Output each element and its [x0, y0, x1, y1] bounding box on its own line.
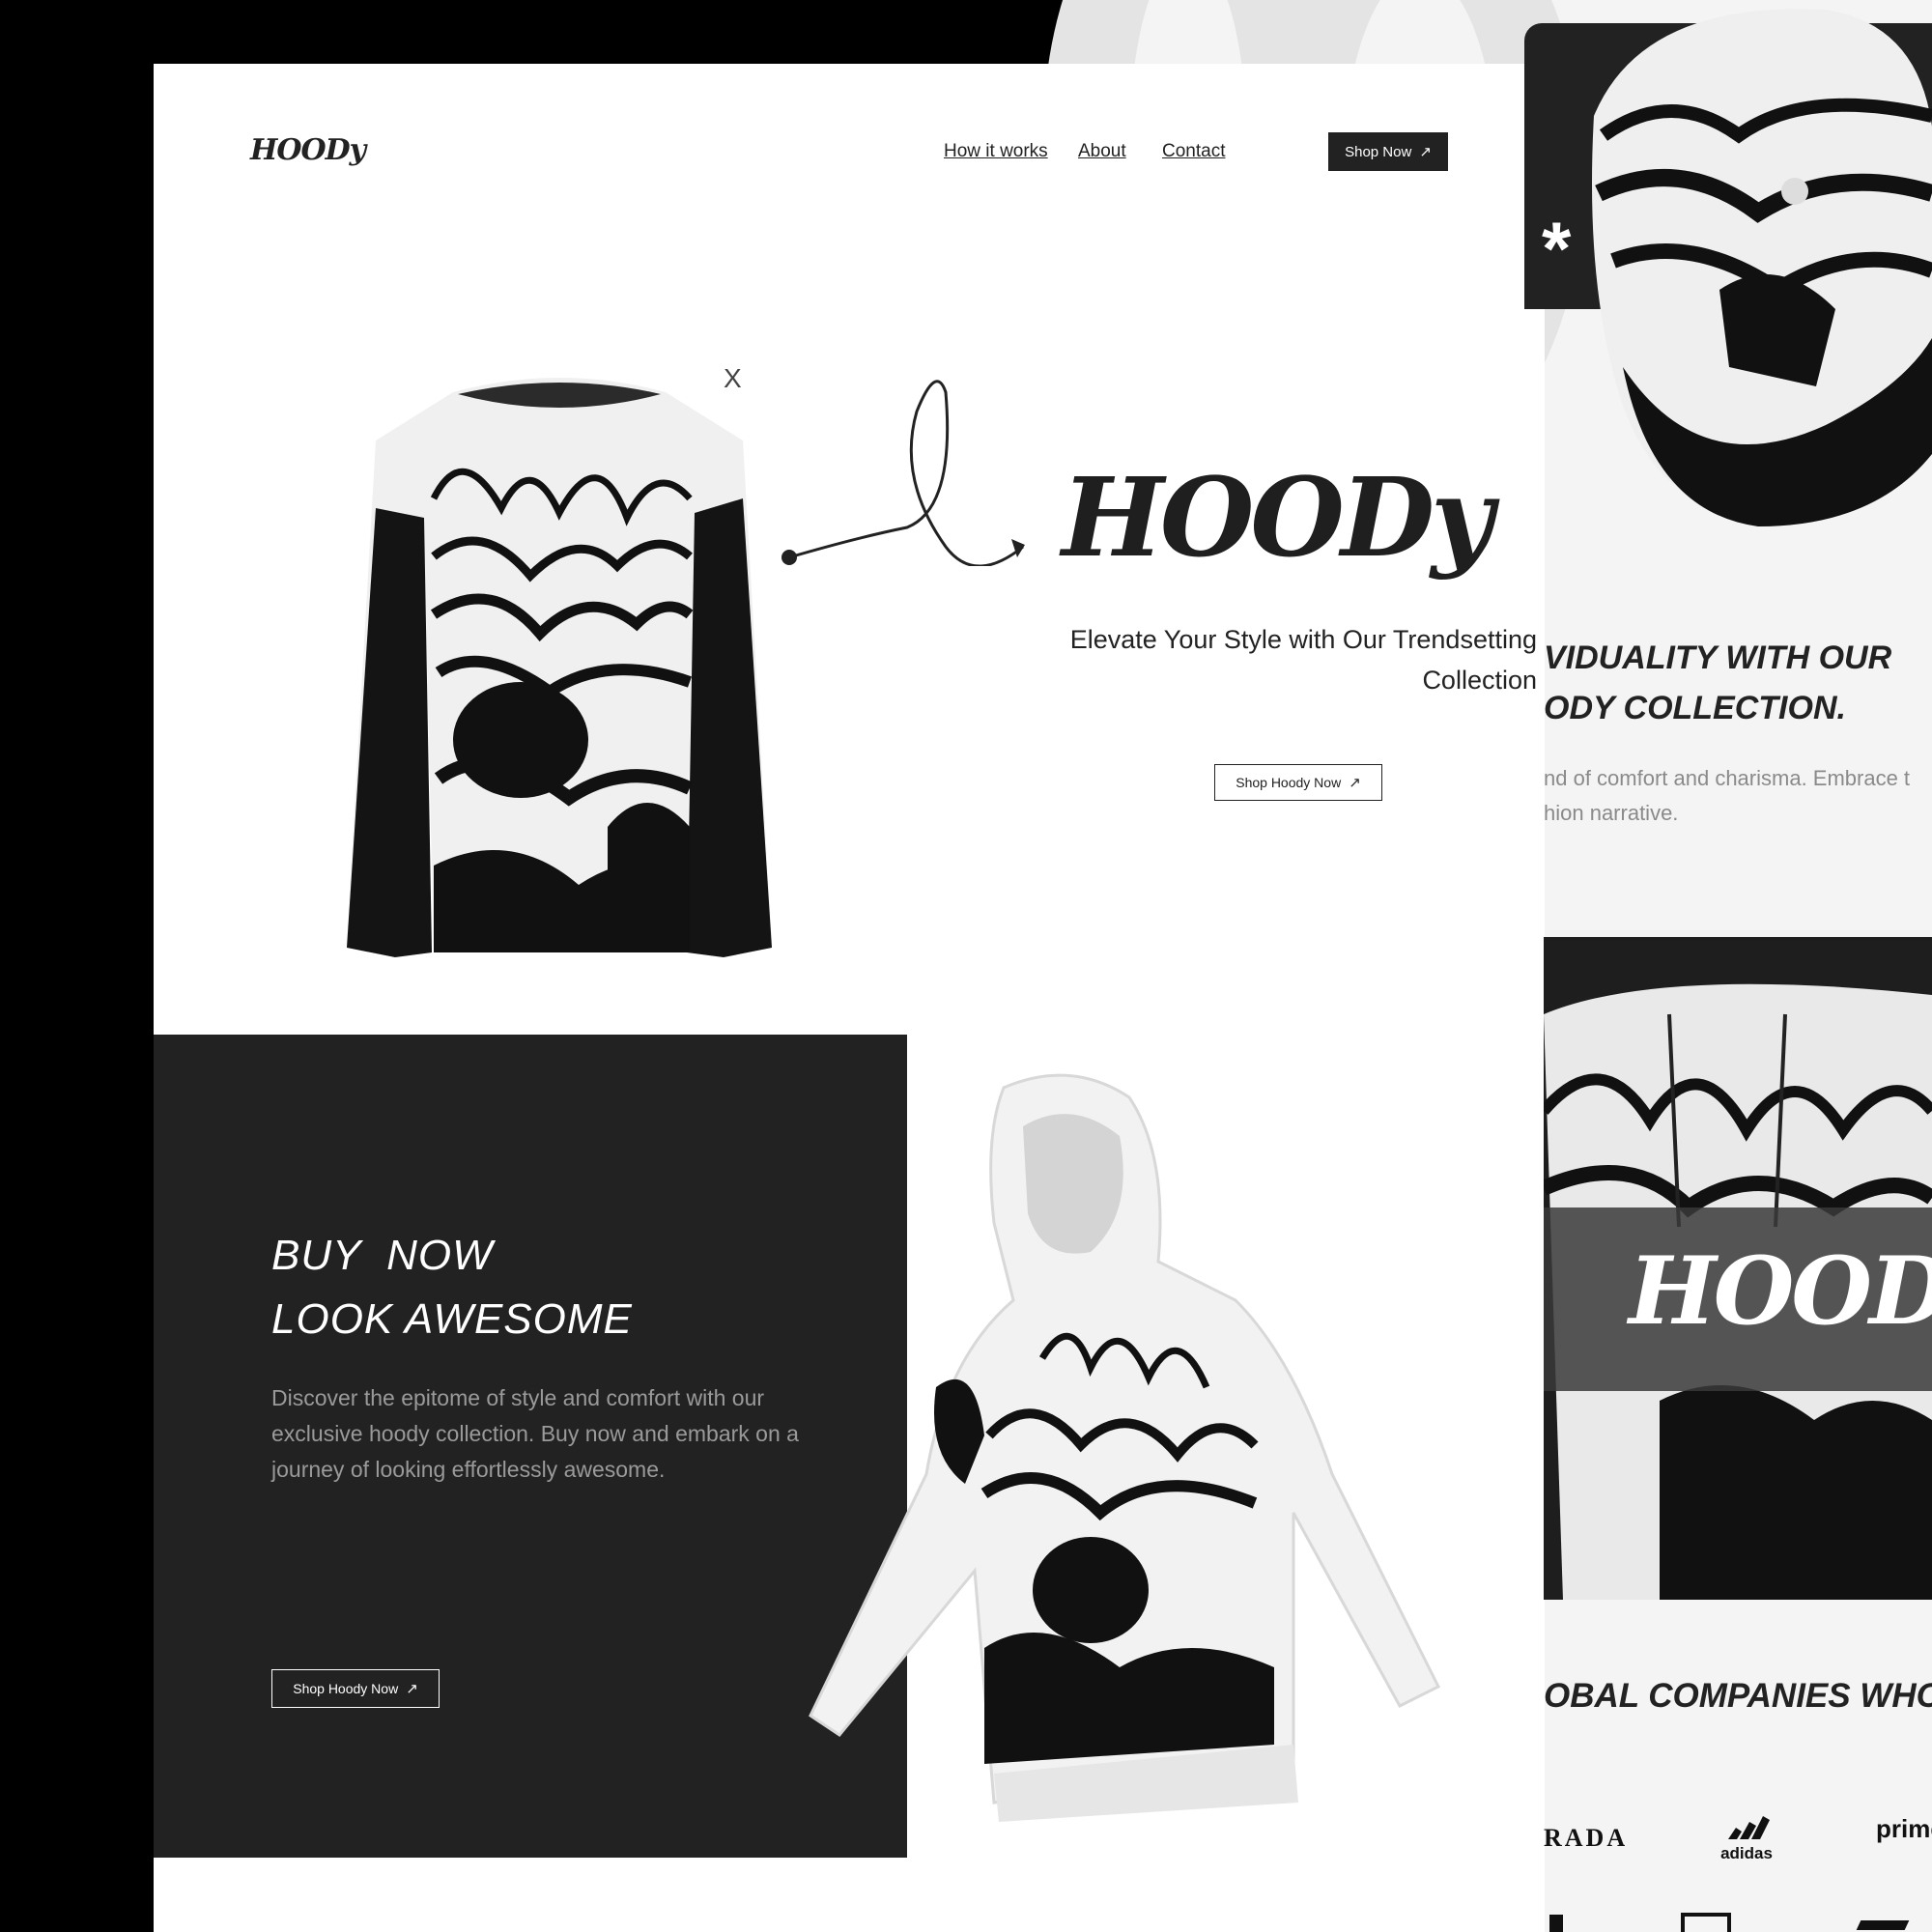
asterisk-decoration: * — [1542, 206, 1572, 291]
brand-logo-partial-3 — [1856, 1920, 1910, 1930]
side-description-line-2: hion narrative. — [1544, 801, 1679, 825]
arrow-up-right-icon: ↗ — [1349, 775, 1361, 791]
hero-title: HOODy — [1062, 455, 1493, 582]
companies-heading: OBAL COMPANIES WHO — [1544, 1677, 1932, 1715]
landing-page-card: HOODy How it works About Contact Shop No… — [154, 64, 1545, 1932]
hoodie-image — [809, 1073, 1441, 1822]
brand-logo-prada: RADA — [1544, 1824, 1629, 1852]
hero-subtitle-line-2: Collection — [1422, 666, 1537, 695]
promo-title-line-1: BUY NOW — [271, 1232, 494, 1279]
side-heading: VIDUALITY WITH OUR ODY COLLECTION. — [1544, 633, 1891, 733]
nav-link-how-it-works[interactable]: How it works — [944, 141, 1048, 162]
shop-hoody-now-button[interactable]: Shop Hoody Now ↗ — [1214, 764, 1382, 801]
brand-logo[interactable]: HOODy — [250, 133, 366, 167]
nav-link-contact[interactable]: Contact — [1162, 141, 1225, 162]
arrow-up-right-icon: ↗ — [1419, 144, 1432, 160]
shop-now-button[interactable]: Shop Now ↗ — [1328, 132, 1448, 171]
hero-subtitle: Elevate Your Style with Our Trendsetting… — [888, 619, 1537, 700]
adidas-stripes-icon — [1728, 1816, 1770, 1839]
shop-hoody-now-label: Shop Hoody Now — [1236, 775, 1342, 790]
brand-logo-partial-1 — [1549, 1915, 1563, 1932]
brand-logo-prime: prime — [1876, 1814, 1932, 1843]
shop-now-label: Shop Now — [1345, 143, 1412, 160]
cap-image — [1592, 9, 1932, 526]
hero-subtitle-line-1: Elevate Your Style with Our Trendsetting — [1069, 625, 1537, 654]
side-heading-line-1: VIDUALITY WITH OUR — [1544, 639, 1892, 676]
brand-logo-adidas: adidas — [1716, 1814, 1777, 1862]
side-heading-line-2: ODY COLLECTION. — [1544, 690, 1846, 726]
hoodie-closeup-photo: HOODy — [1544, 937, 1932, 1600]
promo-title: BUY NOW LOOK AWESOME — [271, 1224, 633, 1351]
promo-title-line-2: LOOK AWESOME — [271, 1295, 633, 1343]
hoodie-photo-brand-text: HOODy — [1629, 1236, 1932, 1346]
shirt-tag-x: X — [724, 363, 742, 393]
promo-shop-hoody-now-button[interactable]: Shop Hoody Now ↗ — [271, 1669, 440, 1708]
side-description: nd of comfort and charisma. Embrace t hi… — [1544, 761, 1910, 831]
promo-shop-label: Shop Hoody Now — [293, 1681, 399, 1696]
brand-logo-partial-2 — [1681, 1913, 1731, 1932]
curly-arrow-decoration — [781, 380, 1025, 566]
long-sleeve-shirt-image — [347, 378, 772, 957]
nav-link-about[interactable]: About — [1078, 141, 1126, 162]
arrow-up-right-icon: ↗ — [406, 1681, 418, 1697]
side-description-line-1: nd of comfort and charisma. Embrace t — [1544, 766, 1911, 790]
brand-logo-row-2 — [1544, 1911, 1932, 1932]
adidas-wordmark: adidas — [1720, 1844, 1773, 1862]
